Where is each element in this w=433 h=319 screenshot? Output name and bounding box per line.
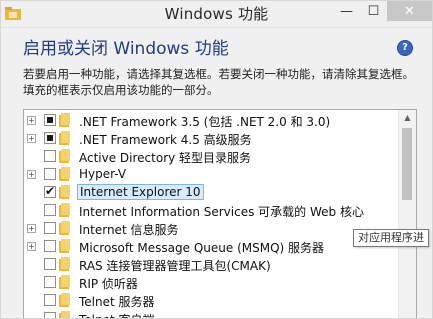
vertical-scrollbar[interactable]: ▲ bbox=[398, 110, 416, 318]
partial-check-icon bbox=[47, 135, 53, 141]
folder-icon bbox=[59, 113, 70, 127]
expand-icon[interactable]: + bbox=[27, 242, 36, 251]
feature-label: RIP 侦听器 bbox=[79, 277, 138, 291]
folder-icon bbox=[59, 185, 70, 199]
feature-checkbox[interactable] bbox=[44, 168, 56, 180]
feature-checkbox[interactable] bbox=[44, 240, 56, 252]
page-heading: 启用或关闭 Windows 功能 bbox=[23, 39, 229, 59]
close-button[interactable]: ✕ bbox=[387, 1, 432, 21]
folder-icon bbox=[59, 203, 70, 217]
feature-label: Telnet 客户端 bbox=[77, 311, 157, 318]
feature-label: Internet 信息服务 bbox=[79, 223, 179, 237]
feature-checkbox[interactable] bbox=[44, 294, 56, 306]
feature-row[interactable]: + Hyper-V bbox=[24, 166, 396, 183]
feature-row[interactable]: + .NET Framework 4.5 高级服务 bbox=[24, 130, 396, 147]
feature-checkbox[interactable] bbox=[44, 114, 56, 126]
feature-row[interactable]: RIP 侦听器 bbox=[24, 274, 396, 291]
feature-checkbox[interactable] bbox=[44, 312, 56, 318]
feature-checkbox[interactable] bbox=[44, 222, 56, 234]
feature-label: RAS 连接管理器管理工具包(CMAK) bbox=[79, 259, 271, 273]
title-bar: Windows 功能 — ☐ ✕ bbox=[1, 1, 432, 28]
feature-checkbox[interactable] bbox=[44, 150, 56, 162]
feature-row[interactable]: + Internet 信息服务 bbox=[24, 220, 396, 237]
feature-label: Internet Information Services 可承载的 Web 核… bbox=[79, 205, 364, 219]
feature-label: Internet Explorer 10 bbox=[77, 184, 204, 200]
folder-icon bbox=[59, 239, 70, 253]
feature-row[interactable]: Telnet 服务器 bbox=[24, 292, 396, 309]
feature-row[interactable]: + .NET Framework 3.5 (包括 .NET 2.0 和 3.0) bbox=[24, 112, 396, 129]
expand-icon[interactable]: + bbox=[27, 224, 36, 233]
feature-row[interactable]: Telnet 客户端 bbox=[24, 310, 396, 318]
feature-checkbox[interactable] bbox=[44, 132, 56, 144]
feature-label: Telnet 服务器 bbox=[79, 295, 155, 309]
checkmark-icon: ✔ bbox=[45, 184, 56, 198]
feature-checkbox[interactable]: ✔ bbox=[44, 184, 56, 198]
feature-checkbox[interactable] bbox=[44, 204, 56, 216]
feature-row[interactable]: ✔ Internet Explorer 10 bbox=[24, 184, 396, 201]
folder-icon bbox=[59, 311, 70, 318]
feature-row[interactable]: RAS 连接管理器管理工具包(CMAK) bbox=[24, 256, 396, 273]
expand-icon[interactable]: + bbox=[27, 170, 36, 179]
window-controls: — ☐ ✕ bbox=[333, 1, 432, 22]
features-tree[interactable]: + .NET Framework 3.5 (包括 .NET 2.0 和 3.0) +… bbox=[23, 109, 417, 318]
feature-row[interactable]: Internet Information Services 可承载的 Web 核… bbox=[24, 202, 396, 219]
folder-icon bbox=[59, 257, 70, 271]
windows-features-dialog: Windows 功能 — ☐ ✕ 启用或关闭 Windows 功能 ? 若要启用… bbox=[0, 0, 433, 319]
maximize-button[interactable]: ☐ bbox=[360, 1, 387, 21]
feature-checkbox[interactable] bbox=[44, 258, 56, 270]
scroll-up-arrow-icon[interactable]: ▲ bbox=[399, 110, 416, 125]
expand-icon[interactable]: + bbox=[27, 134, 36, 143]
feature-checkbox[interactable] bbox=[44, 276, 56, 288]
scrollbar-thumb[interactable] bbox=[402, 128, 412, 200]
feature-row[interactable]: Active Directory 轻型目录服务 bbox=[24, 148, 396, 165]
feature-label: Hyper-V bbox=[79, 167, 127, 181]
help-icon[interactable]: ? bbox=[397, 40, 413, 56]
folder-icon bbox=[59, 167, 70, 181]
partial-check-icon bbox=[47, 117, 53, 123]
folder-icon bbox=[59, 149, 70, 163]
tooltip: 对应用程序进 bbox=[353, 229, 429, 247]
folder-icon bbox=[59, 131, 70, 145]
expand-icon[interactable]: + bbox=[27, 116, 36, 125]
folder-icon bbox=[59, 293, 70, 307]
feature-label: .NET Framework 4.5 高级服务 bbox=[79, 133, 252, 147]
feature-label: Active Directory 轻型目录服务 bbox=[79, 151, 252, 165]
folder-icon bbox=[59, 221, 70, 235]
description-text: 若要启用一种功能，请选择其复选框。若要关闭一种功能，请清除其复选框。填充的框表示… bbox=[23, 67, 414, 97]
feature-label: .NET Framework 3.5 (包括 .NET 2.0 和 3.0) bbox=[79, 115, 331, 129]
minimize-button[interactable]: — bbox=[333, 1, 360, 21]
feature-row[interactable]: + Microsoft Message Queue (MSMQ) 服务器 bbox=[24, 238, 396, 255]
folder-icon bbox=[59, 275, 70, 289]
feature-label: Microsoft Message Queue (MSMQ) 服务器 bbox=[79, 241, 325, 255]
